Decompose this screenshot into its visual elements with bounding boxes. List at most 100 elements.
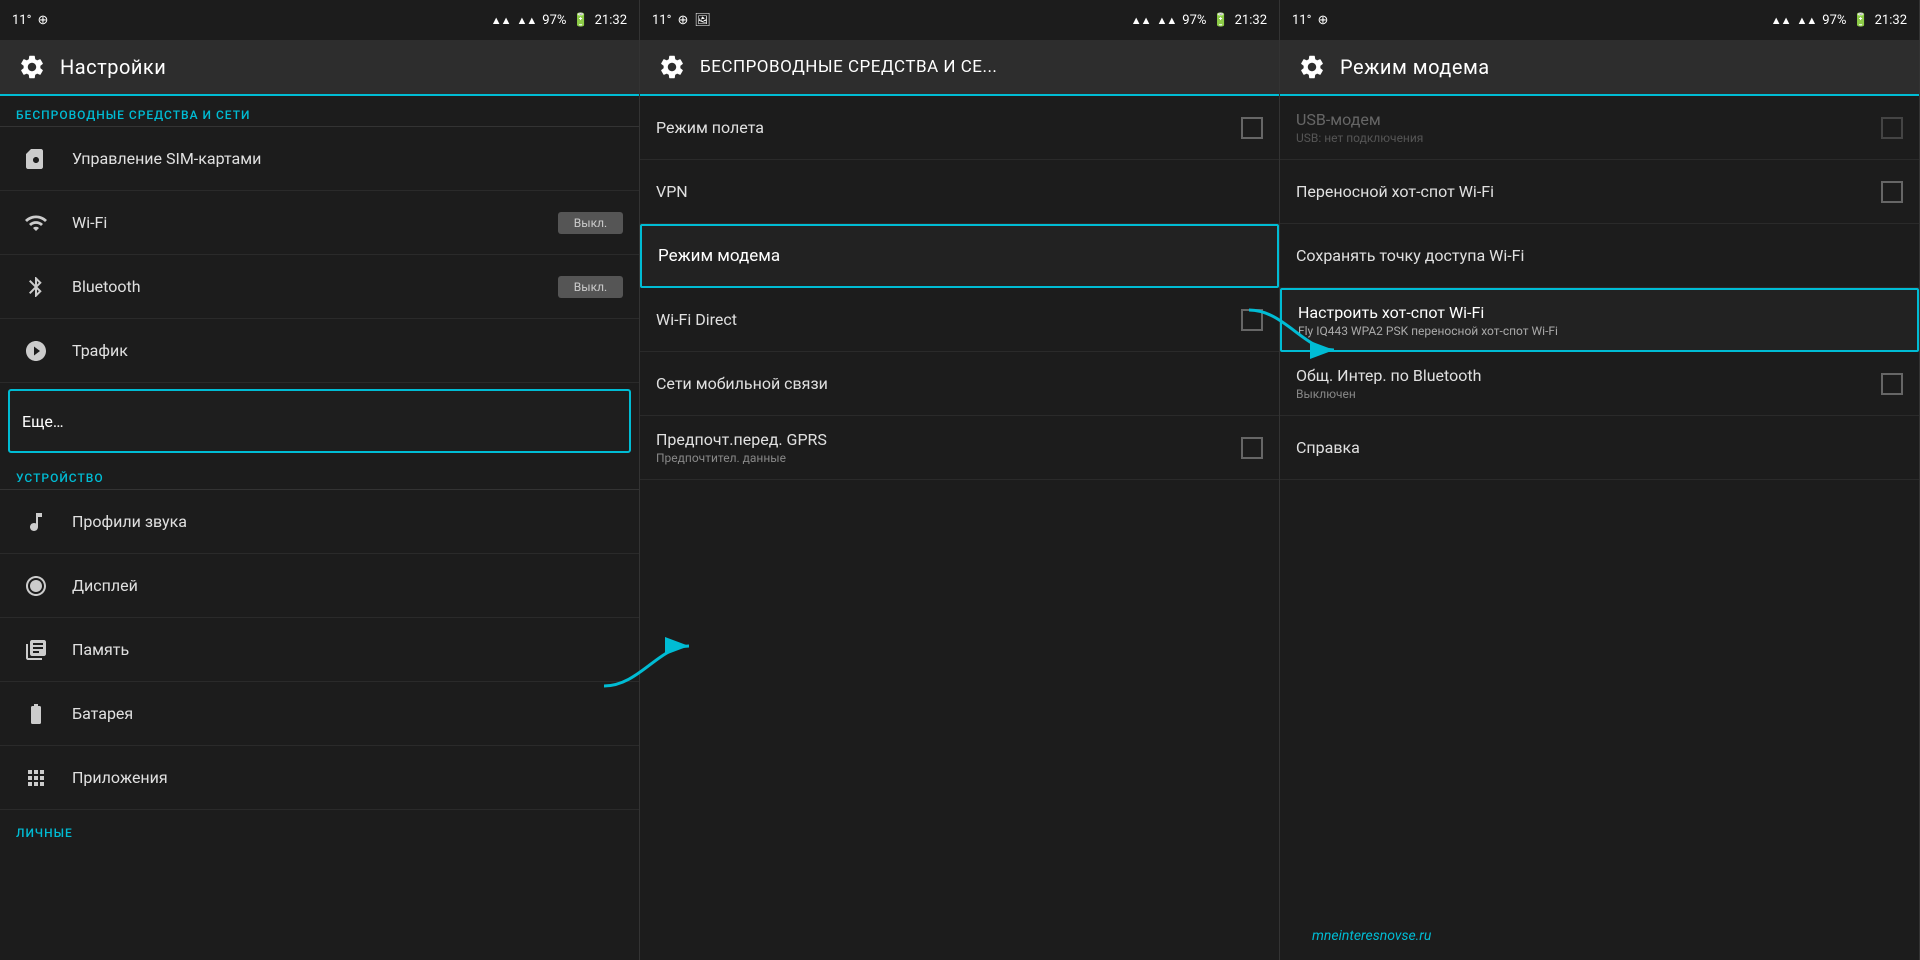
vpn-label: VPN	[656, 182, 1263, 201]
brand-container: mneinteresnovse.ru	[1280, 909, 1919, 960]
display-icon	[16, 566, 56, 606]
menu-item-save-hotspot[interactable]: Сохранять точку доступа Wi-Fi	[1280, 224, 1919, 288]
configure-hotspot-content: Настроить хот-спот Wi-Fi Fly IQ443 WPA2 …	[1298, 303, 1901, 338]
gprs-content: Предпочт.перед. GPRS Предпочтител. данны…	[656, 430, 1233, 465]
traffic-icon	[16, 331, 56, 371]
hotspot-label: Переносной хот-спот Wi-Fi	[1296, 182, 1873, 201]
gprs-checkbox[interactable]	[1241, 437, 1263, 459]
status-left-2: 11° ⊕ 🖼	[652, 13, 711, 28]
arrow-1-2	[599, 636, 699, 700]
title-bar-1: Настройки	[0, 40, 639, 96]
menu-item-memory[interactable]: Память	[0, 618, 639, 682]
modem-content: Режим модема	[658, 246, 1261, 266]
battery-label: 97%	[542, 13, 566, 28]
status-left-3: 11° ⊕	[1292, 13, 1328, 28]
status-right-2: ▲▲ ▲▲ 97% 🔋 21:32	[1131, 13, 1267, 28]
image-icon: 🖼	[694, 13, 711, 28]
usb-checkbox[interactable]	[1881, 117, 1903, 139]
wifi-label: Wi-Fi	[72, 213, 558, 232]
menu-item-wifidirect[interactable]: Wi-Fi Direct	[640, 288, 1279, 352]
configure-hotspot-label: Настроить хот-спот Wi-Fi	[1298, 303, 1901, 322]
menu-item-configure-hotspot[interactable]: Настроить хот-спот Wi-Fi Fly IQ443 WPA2 …	[1280, 288, 1919, 352]
menu-item-bluetooth-tether[interactable]: Общ. Интер. по Bluetooth Выключен	[1280, 352, 1919, 416]
menu-item-gprs[interactable]: Предпочт.перед. GPRS Предпочтител. данны…	[640, 416, 1279, 480]
signal-icon: ▲▲	[491, 14, 511, 27]
menu-item-vpn[interactable]: VPN	[640, 160, 1279, 224]
menu-item-sound[interactable]: Профили звука	[0, 490, 639, 554]
wifi-toggle[interactable]: Выкл.	[558, 212, 623, 234]
wifi-icon	[16, 203, 56, 243]
status-right-3: ▲▲ ▲▲ 97% 🔋 21:32	[1771, 13, 1907, 28]
airplane-content: Режим полета	[656, 118, 1233, 137]
panel-modem-mode: 11° ⊕ ▲▲ ▲▲ 97% 🔋 21:32 Режим модема USB…	[1280, 0, 1920, 960]
bluetooth-toggle[interactable]: Выкл.	[558, 276, 623, 298]
battery-icon-2: 🔋	[1212, 13, 1228, 28]
time-label: 21:32	[595, 13, 627, 28]
menu-item-wifi[interactable]: Wi-Fi Выкл.	[0, 191, 639, 255]
help-label: Справка	[1296, 438, 1903, 457]
vpn-content: VPN	[656, 182, 1263, 201]
section-header-personal: ЛИЧНЫЕ	[0, 814, 639, 844]
settings-icon-2	[656, 51, 688, 83]
title-bar-3: Режим модема	[1280, 40, 1919, 96]
gprs-subtitle: Предпочтител. данные	[656, 451, 1233, 465]
signal-icon-4: ▲▲	[1157, 14, 1177, 27]
battery-label-2: 97%	[1182, 13, 1206, 28]
status-bar-2: 11° ⊕ 🖼 ▲▲ ▲▲ 97% 🔋 21:32	[640, 0, 1279, 40]
status-left-1: 11° ⊕	[12, 13, 48, 28]
notification-icon: ⊕	[37, 13, 48, 28]
memory-label: Память	[72, 640, 623, 659]
apps-icon	[16, 758, 56, 798]
bluetooth-tether-subtitle: Выключен	[1296, 387, 1873, 401]
battery-icon-3: 🔋	[1852, 13, 1868, 28]
menu-item-traffic[interactable]: Трафик	[0, 319, 639, 383]
status-bar-1: 11° ⊕ ▲▲ ▲▲ 97% 🔋 21:32	[0, 0, 639, 40]
more-label: Еще…	[22, 412, 617, 431]
save-hotspot-content: Сохранять точку доступа Wi-Fi	[1296, 246, 1903, 265]
page-title-3: Режим модема	[1340, 55, 1490, 79]
menu-item-modem[interactable]: Режим модема	[640, 224, 1279, 288]
airplane-label: Режим полета	[656, 118, 1233, 137]
menu-item-hotspot[interactable]: Переносной хот-спот Wi-Fi	[1280, 160, 1919, 224]
brand-link[interactable]: mneinteresnovse.ru	[1296, 920, 1447, 952]
signal-icon-3: ▲▲	[1131, 14, 1151, 27]
menu-item-airplane[interactable]: Режим полета	[640, 96, 1279, 160]
title-bar-2: БЕСПРОВОДНЫЕ СРЕДСТВА И СЕ...	[640, 40, 1279, 96]
usb-content: USB-модем USB: нет подключения	[1296, 110, 1873, 145]
arrow-2-3	[1244, 300, 1344, 364]
battery-label-3: 97%	[1822, 13, 1846, 28]
notification-icon-2: ⊕	[677, 13, 688, 28]
menu-item-mobile[interactable]: Сети мобильной связи	[640, 352, 1279, 416]
panel-wireless: 11° ⊕ 🖼 ▲▲ ▲▲ 97% 🔋 21:32 БЕСПРОВОДНЫЕ С…	[640, 0, 1280, 960]
signal-icon-5: ▲▲	[1771, 14, 1791, 27]
bluetooth-tether-content: Общ. Интер. по Bluetooth Выключен	[1296, 366, 1873, 401]
usb-subtitle: USB: нет подключения	[1296, 131, 1873, 145]
airplane-checkbox[interactable]	[1241, 117, 1263, 139]
menu-item-help[interactable]: Справка	[1280, 416, 1919, 480]
settings-icon-3	[1296, 51, 1328, 83]
bluetooth-label: Bluetooth	[72, 277, 558, 296]
menu-item-sim[interactable]: Управление SIM-картами	[0, 127, 639, 191]
hotspot-checkbox[interactable]	[1881, 181, 1903, 203]
menu-item-apps[interactable]: Приложения	[0, 746, 639, 810]
menu-item-bluetooth[interactable]: Bluetooth Выкл.	[0, 255, 639, 319]
battery-icon-menu	[16, 694, 56, 734]
menu-item-usb[interactable]: USB-модем USB: нет подключения	[1280, 96, 1919, 160]
temp-label: 11°	[12, 13, 31, 28]
temp-label-3: 11°	[1292, 13, 1311, 28]
help-content: Справка	[1296, 438, 1903, 457]
mobile-label: Сети мобильной связи	[656, 374, 1263, 393]
menu-item-battery[interactable]: Батарея	[0, 682, 639, 746]
display-label: Дисплей	[72, 576, 623, 595]
bluetooth-tether-checkbox[interactable]	[1881, 373, 1903, 395]
signal-icon2: ▲▲	[517, 14, 537, 27]
settings-icon	[16, 51, 48, 83]
section-header-wireless: БЕСПРОВОДНЫЕ СРЕДСТВА И СЕТИ	[0, 96, 639, 127]
sim-label: Управление SIM-картами	[72, 149, 623, 168]
menu-item-more[interactable]: Еще…	[8, 389, 631, 453]
mobile-content: Сети мобильной связи	[656, 374, 1263, 393]
apps-label: Приложения	[72, 768, 623, 787]
menu-item-display[interactable]: Дисплей	[0, 554, 639, 618]
sound-icon	[16, 502, 56, 542]
battery-label-menu: Батарея	[72, 704, 623, 723]
